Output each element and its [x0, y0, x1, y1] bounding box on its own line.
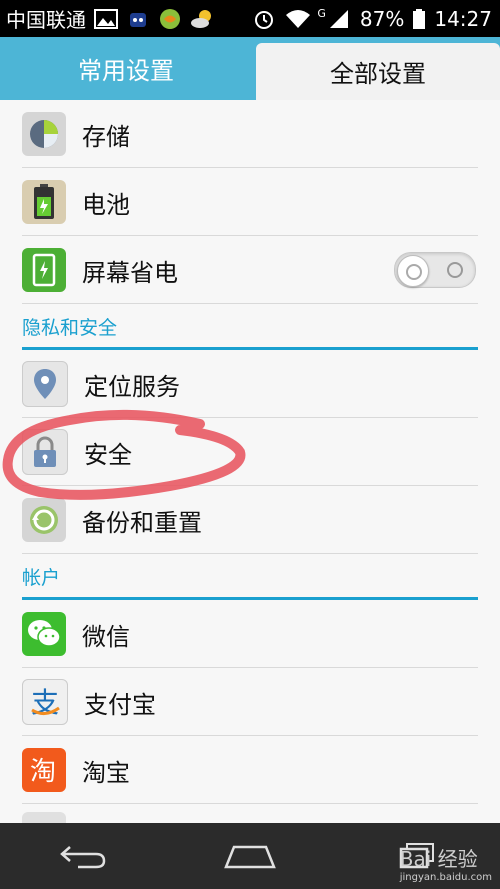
settings-item-backup-reset[interactable]: 备份和重置: [0, 486, 500, 554]
settings-item-label: 屏幕省电: [82, 258, 178, 287]
battery-icon: [22, 180, 66, 224]
screen-power-icon: [22, 248, 66, 292]
tab-all-settings[interactable]: 全部设置: [256, 43, 500, 100]
settings-item-label: 电池: [82, 190, 130, 219]
settings-list: 存储 电池 屏幕省电 隐私和安全 定位服务 安全 备份和重置 帐户 微信 支 支…: [0, 100, 500, 836]
section-accounts: 帐户: [0, 554, 500, 600]
weather-icon: [190, 8, 214, 30]
battery-percent: 87%: [359, 6, 405, 31]
taobao-icon: 淘: [22, 748, 66, 792]
settings-item-label: 微信: [82, 622, 130, 651]
settings-item-label: 淘宝: [82, 758, 130, 787]
settings-item-wechat[interactable]: 微信: [0, 600, 500, 668]
settings-item-storage[interactable]: 存储: [0, 100, 500, 168]
watermark-brand: Bai 经验: [399, 847, 478, 871]
section-title: 帐户: [22, 567, 61, 589]
location-icon: [22, 361, 68, 407]
app-notification-icon: [126, 8, 150, 30]
wifi-icon: [285, 8, 311, 30]
battery-status-icon: [412, 8, 426, 30]
alipay-icon: 支: [22, 679, 68, 725]
tab-bar: 常用设置 全部设置: [0, 37, 500, 100]
section-title: 隐私和安全: [22, 317, 118, 339]
game-icon: [158, 8, 182, 30]
section-privacy-security: 隐私和安全: [0, 304, 500, 350]
toggle-off-indicator: [447, 262, 463, 278]
svg-text:淘: 淘: [30, 757, 56, 787]
clock: 14:27: [434, 6, 492, 31]
settings-item-label: 定位服务: [84, 372, 180, 401]
lock-icon: [22, 429, 68, 475]
settings-item-security[interactable]: 安全: [0, 418, 500, 486]
alarm-icon: [253, 8, 277, 30]
settings-item-alipay[interactable]: 支 支付宝: [0, 668, 500, 736]
home-button[interactable]: [220, 836, 280, 876]
settings-item-taobao[interactable]: 淘 淘宝: [0, 736, 500, 804]
screen-power-toggle[interactable]: [394, 252, 476, 288]
toggle-knob: [397, 255, 429, 287]
watermark-url: jingyan.baidu.com: [399, 872, 492, 883]
wechat-icon: [22, 612, 66, 656]
settings-item-label: 安全: [84, 440, 132, 469]
tab-common-settings[interactable]: 常用设置: [0, 37, 252, 100]
network-type: G: [317, 7, 326, 20]
settings-item-location[interactable]: 定位服务: [0, 350, 500, 418]
watermark: Bai 经验 jingyan.baidu.com: [400, 843, 492, 883]
carrier-label: 中国联通: [6, 8, 86, 32]
back-button[interactable]: [53, 836, 113, 876]
settings-item-label: 存储: [82, 122, 130, 151]
settings-item-battery[interactable]: 电池: [0, 168, 500, 236]
settings-item-label: 备份和重置: [82, 508, 202, 537]
gallery-icon: [94, 8, 118, 30]
signal-icon: [328, 8, 352, 30]
settings-item-screen-power[interactable]: 屏幕省电: [0, 236, 500, 304]
settings-item-label: 支付宝: [84, 690, 156, 719]
status-bar: 中国联通 G 87% 14:27: [0, 0, 500, 37]
backup-icon: [22, 498, 66, 542]
storage-icon: [22, 112, 66, 156]
